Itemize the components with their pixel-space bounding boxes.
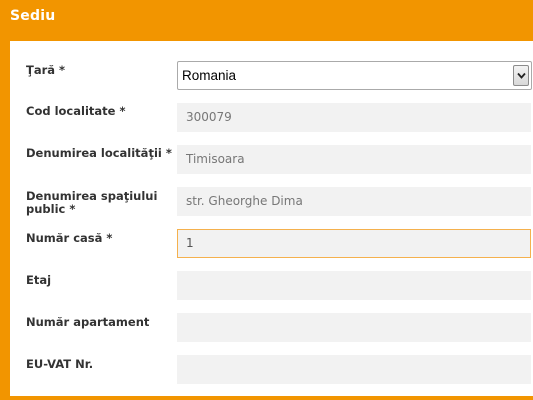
floor-label: Etaj — [26, 273, 52, 287]
locality-name-field[interactable]: Timisoara — [177, 145, 531, 174]
floor-field[interactable] — [177, 271, 531, 300]
panel-title: Sediu — [10, 8, 56, 24]
house-number-field[interactable]: 1 — [177, 229, 531, 258]
locality-name-label: Denumirea localităţii * — [26, 146, 172, 160]
public-space-label: Denumirea spaţiului public * — [26, 189, 158, 216]
apartment-field[interactable] — [177, 313, 531, 342]
chevron-down-icon — [517, 72, 526, 79]
locality-code-field[interactable]: 300079 — [177, 103, 531, 132]
apartment-label: Număr apartament — [26, 315, 150, 329]
panel-body: Ţară * Romania Cod localitate * 300079 D… — [10, 41, 533, 396]
country-select-value: Romania — [182, 68, 237, 83]
sediu-panel: Sediu Ţară * Romania Cod localitate * 30… — [0, 0, 533, 400]
country-label: Ţară * — [26, 63, 66, 77]
public-space-field[interactable]: str. Gheorghe Dima — [177, 187, 531, 216]
locality-code-label: Cod localitate * — [26, 104, 126, 118]
eu-vat-label: EU-VAT Nr. — [26, 357, 94, 371]
house-number-label: Număr casă * — [26, 231, 113, 245]
select-dropdown-button[interactable] — [513, 65, 529, 86]
country-select[interactable]: Romania — [177, 61, 532, 90]
eu-vat-field[interactable] — [177, 355, 531, 384]
